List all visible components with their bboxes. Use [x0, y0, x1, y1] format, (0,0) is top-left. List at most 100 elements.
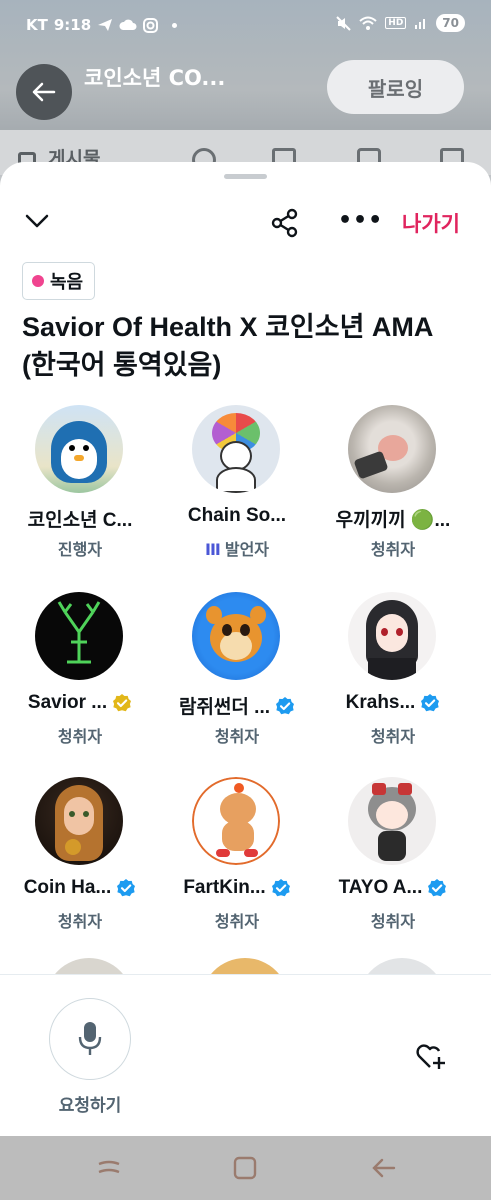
participant-name: TAYO A... [313, 877, 473, 899]
participant-name-text: 우끼끼끼 🟢... [335, 510, 451, 531]
speaking-bars-icon: III [204, 540, 221, 559]
squirrel-avatar-icon[interactable] [192, 592, 280, 680]
participant-role-text: 청취자 [57, 727, 103, 746]
participant-name: Coin Ha... [0, 877, 160, 899]
anime-girl-avatar-icon[interactable] [348, 592, 436, 680]
gold-verified-badge-icon [113, 694, 132, 712]
participant-role: 청취자 [157, 723, 317, 747]
app-screen: KT 9:18 HD 70 코인소년 CO... 팔로잉 게시물 ••• 나가기… [0, 0, 491, 1200]
girl-portrait-avatar-icon[interactable] [35, 777, 123, 865]
chibi-avatar-icon[interactable] [348, 777, 436, 865]
participant-name-text: Savior ... [27, 692, 108, 713]
drag-handle[interactable] [224, 174, 267, 179]
participant-name: Savior ... [0, 692, 160, 714]
carrier-label: KT [26, 16, 48, 34]
more-options-icon[interactable]: ••• [338, 208, 383, 233]
participant-name: Krahs... [313, 692, 473, 714]
recording-badge: 녹음 [22, 262, 96, 300]
partial-avatar[interactable] [201, 958, 289, 974]
participant-name: Chain So... [157, 505, 317, 527]
participant-role: III 발언자 [157, 536, 317, 560]
system-nav-bar [0, 1136, 491, 1200]
heart-plus-icon[interactable] [414, 1039, 448, 1073]
send-icon [98, 19, 113, 31]
participant-role-text: 청취자 [214, 727, 260, 746]
bear-avatar-icon[interactable] [192, 777, 280, 865]
participant-card[interactable]: TAYO A... 청취자 [313, 774, 473, 934]
wifi-icon [359, 16, 377, 30]
recording-label: 녹음 [50, 272, 84, 293]
participant-name: 코인소년 C... [0, 505, 160, 532]
instagram-icon [143, 17, 159, 33]
participant-card[interactable]: Coin Ha... 청취자 [0, 774, 160, 934]
footer-divider [0, 974, 491, 975]
participant-name: 람쥐썬더 ... [157, 692, 317, 719]
participant-role-text: 청취자 [370, 727, 416, 746]
participant-role: 진행자 [0, 536, 160, 560]
participant-name-text: FartKin... [183, 877, 266, 898]
space-sheet: ••• 나가기 녹음 Savior Of Health X 코인소년 AMA (… [0, 162, 491, 1136]
cloud-icon [119, 19, 137, 30]
request-label: 요청하기 [58, 1096, 122, 1116]
clock: 9:18 [53, 16, 92, 34]
snowman-avatar-icon[interactable] [192, 405, 280, 493]
space-title: Savior Of Health X 코인소년 AMA (한국어 통역있음) [22, 312, 433, 380]
participant-role-text: 진행자 [57, 540, 103, 559]
participant-role: 청취자 [313, 536, 473, 560]
participant-card[interactable]: 코인소년 C... 진행자 [0, 402, 160, 562]
arrow-left-icon [32, 82, 56, 102]
verified-badge-icon [276, 696, 295, 714]
microphone-icon [78, 1022, 102, 1055]
participant-card[interactable]: 람쥐썬더 ... 청취자 [157, 589, 317, 749]
participant-grid: 코인소년 C... 진행자 Chain So... III 발언자 우끼끼끼 🟢... 청취… [0, 402, 491, 972]
recording-dot-icon [32, 275, 44, 287]
following-button[interactable]: 팔로잉 [327, 60, 464, 114]
partial-avatar[interactable] [358, 958, 446, 974]
lte-icon: HD [385, 17, 407, 29]
chevron-down-icon[interactable] [24, 208, 50, 234]
recent-apps-icon[interactable] [93, 1152, 125, 1184]
back-nav-icon[interactable] [368, 1152, 400, 1184]
mute-icon [336, 15, 351, 31]
participant-card[interactable]: FartKin... 청취자 [157, 774, 317, 934]
leave-button[interactable]: 나가기 [402, 208, 460, 238]
participant-name: 우끼끼끼 🟢... [313, 505, 473, 532]
deer-avatar-icon[interactable] [35, 592, 123, 680]
participant-card[interactable]: Savior ... 청취자 [0, 589, 160, 749]
participant-role: 청취자 [157, 908, 317, 932]
penguin-avatar-icon[interactable] [35, 405, 123, 493]
participant-name-text: Krahs... [345, 692, 416, 713]
participant-role-text: 청취자 [214, 912, 260, 931]
participant-name-text: Coin Ha... [23, 877, 112, 898]
participant-role-text: 청취자 [57, 912, 103, 931]
verified-badge-icon [271, 879, 290, 897]
participant-role-text: 청취자 [370, 912, 416, 931]
participant-card[interactable]: Krahs... 청취자 [313, 589, 473, 749]
request-mic-button[interactable] [49, 998, 131, 1080]
profile-header: 코인소년 CO... 팔로잉 [0, 56, 491, 120]
participant-name-text: TAYO A... [338, 877, 423, 898]
notification-dot-icon [172, 22, 178, 28]
participant-name-text: 코인소년 C... [27, 510, 133, 531]
home-icon[interactable] [229, 1152, 261, 1184]
participant-card[interactable]: Chain So... III 발언자 [157, 402, 317, 562]
profile-name: 코인소년 CO... [84, 66, 226, 90]
participant-name-text: 람쥐썬더 ... [178, 697, 271, 718]
partial-avatar[interactable] [45, 958, 133, 974]
verified-badge-icon [421, 694, 440, 712]
back-button[interactable] [16, 64, 72, 120]
participant-role: 청취자 [313, 908, 473, 932]
participant-card[interactable]: 우끼끼끼 🟢... 청취자 [313, 402, 473, 562]
share-icon[interactable] [270, 208, 300, 238]
participant-role: 청취자 [0, 908, 160, 932]
status-bar: KT 9:18 HD 70 [0, 0, 491, 50]
participant-name: FartKin... [157, 877, 317, 899]
participant-name-text: Chain So... [187, 505, 287, 526]
participant-role: 청취자 [313, 723, 473, 747]
battery-level: 70 [436, 14, 465, 32]
verified-badge-icon [117, 879, 136, 897]
monkey-avatar-icon[interactable] [348, 405, 436, 493]
participant-role: 청취자 [0, 723, 160, 747]
signal-icon [415, 19, 426, 29]
verified-badge-icon [428, 879, 447, 897]
